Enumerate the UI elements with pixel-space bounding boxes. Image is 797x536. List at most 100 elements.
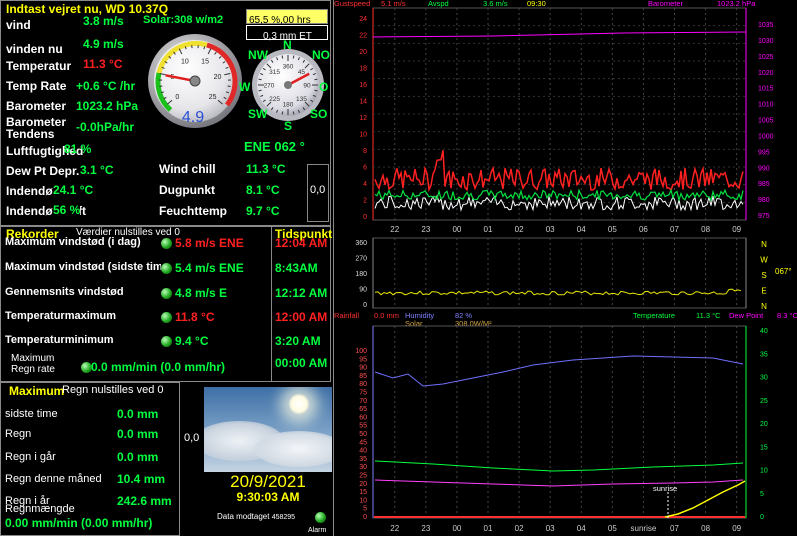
compass-nw: NW — [248, 48, 268, 62]
compass-tick — [314, 89, 318, 92]
y-tick-label: 8 — [363, 148, 367, 155]
y-tick-label: 1015 — [758, 86, 774, 93]
gauge-tick-label: 25 — [209, 94, 217, 101]
x-tick-label: 06 — [639, 225, 648, 234]
x-tick-label: 07 — [670, 524, 679, 533]
wind-chill-value: 11.3 °C — [246, 162, 286, 176]
row-value: 3.1 °C — [80, 163, 114, 177]
x-tick-label: 22 — [390, 524, 399, 533]
compass-south: S — [284, 119, 293, 133]
record-indicator[interactable] — [161, 263, 172, 274]
y-tick-label: 75 — [359, 390, 367, 397]
record-value: 11.8 °C — [175, 310, 215, 324]
y-tick-label: 985 — [758, 181, 770, 188]
legend-text: Temperature — [633, 311, 675, 320]
x-tick-label: 22 — [390, 225, 399, 234]
legend-text: 09:30 — [527, 0, 546, 8]
gauge-tick-label: 10 — [181, 58, 189, 65]
row-value: 56 % — [53, 203, 81, 217]
y-tick-label: 18 — [359, 66, 367, 73]
rain-value: 10.4 mm — [117, 472, 166, 486]
alarm-label: Alarm — [308, 527, 327, 534]
direction-label: S — [761, 271, 766, 280]
compass-number: 315 — [269, 69, 280, 76]
gauge-tick-label: 15 — [201, 58, 209, 65]
y-tick-label: 2 — [363, 198, 367, 205]
y-tick-label: 990 — [758, 165, 770, 172]
y-tick-label: 1000 — [758, 133, 774, 140]
dew-point-value: 8.1 °C — [246, 183, 280, 197]
legend-text: Solar — [405, 319, 423, 328]
rain-value: 0.0 mm — [117, 427, 159, 441]
gauge-value: 4.9 — [182, 109, 204, 126]
x-tick-label: 04 — [577, 225, 586, 234]
record-time: 8:43AM — [275, 261, 318, 275]
alarm-indicator[interactable] — [315, 512, 326, 523]
rain-subtitle: Regn nulstilles ved 0 — [62, 384, 164, 396]
record-indicator[interactable] — [161, 336, 172, 347]
compass-tick — [258, 89, 262, 92]
x-tick-label: 23 — [421, 225, 430, 234]
x-tick-label: 05 — [608, 524, 617, 533]
rain-value: 0.0 mm — [117, 407, 159, 421]
legend-text: Barometer — [648, 0, 684, 8]
row-label: vinden nu — [6, 42, 63, 56]
y-tick-label: 65 — [359, 406, 367, 413]
dew-point-label: Dugpunkt — [159, 183, 215, 197]
y-tick-label: 22 — [359, 33, 367, 40]
rain-side-value: 0,0 — [184, 432, 200, 444]
records-panel: Rekorder Værdier nulstilles ved 0 Maximu… — [0, 226, 272, 382]
record-label: Gennemsnits vindstød — [5, 286, 124, 298]
y-tick-label: 180 — [355, 271, 367, 278]
row-value: 4.9 m/s — [83, 37, 124, 51]
wet-bulb-label: Feuchttemp — [159, 204, 228, 218]
y-tick-label: 20 — [760, 421, 768, 428]
legend-text: 11.3 °C — [696, 311, 721, 320]
y-tick-label: 360 — [355, 240, 367, 247]
compass-number: 225 — [269, 96, 280, 103]
rain-title: Maximum — [9, 384, 65, 398]
compass-tick — [314, 78, 318, 81]
x-tick-label: 08 — [701, 524, 710, 533]
x-tick-label: 03 — [546, 524, 555, 533]
y-tick-label: 1005 — [758, 118, 774, 125]
y-tick-label: 1030 — [758, 38, 774, 45]
legend-text: Avspd — [428, 0, 449, 8]
y-tick-label: 270 — [355, 256, 367, 263]
side-box: 0,0 — [307, 164, 329, 222]
legend-text: Rainfall — [334, 311, 359, 320]
y-tick-label: 40 — [760, 328, 768, 335]
compass-number: 360 — [283, 64, 294, 71]
y-tick-label: 50 — [359, 431, 367, 438]
compass-tick — [281, 111, 284, 115]
record-label: Temperaturminimum — [5, 334, 114, 346]
y-tick-label: 6 — [363, 165, 367, 172]
y-tick-label: 100 — [355, 348, 367, 355]
compass-tick — [281, 55, 284, 59]
rain-label: Regn — [5, 428, 32, 440]
x-tick-label: 01 — [484, 524, 493, 533]
legend-text: Dew Point — [729, 311, 764, 320]
record-label: Maximum vindstød (i dag) — [5, 236, 141, 248]
rain-value: 242.6 mm — [117, 494, 172, 508]
record-label: Temperaturmaximum — [5, 310, 117, 322]
legend-text: Gustspeed — [334, 0, 370, 8]
y-tick-label: 55 — [359, 423, 367, 430]
record-value: 4.8 m/s E — [175, 286, 228, 300]
cloud-icon — [254, 431, 332, 467]
legend-text: 8.3 °C — [777, 311, 797, 320]
row-value: 11.3 °C — [83, 57, 123, 71]
x-tick-label: 23 — [421, 524, 430, 533]
direction-label: N — [761, 302, 767, 311]
record-indicator[interactable] — [161, 288, 172, 299]
x-tick-label: 07 — [670, 225, 679, 234]
y-tick-label: 0 — [760, 514, 764, 521]
record-indicator[interactable] — [161, 238, 172, 249]
y-tick-label: 15 — [359, 489, 367, 496]
y-tick-label: 25 — [359, 473, 367, 480]
rain-rate-label: Regnmængde — [5, 503, 75, 515]
graphs-background — [333, 0, 797, 536]
record-indicator[interactable] — [161, 312, 172, 323]
y-tick-label: 25 — [760, 398, 768, 405]
rain-label: sidste time — [5, 408, 58, 420]
